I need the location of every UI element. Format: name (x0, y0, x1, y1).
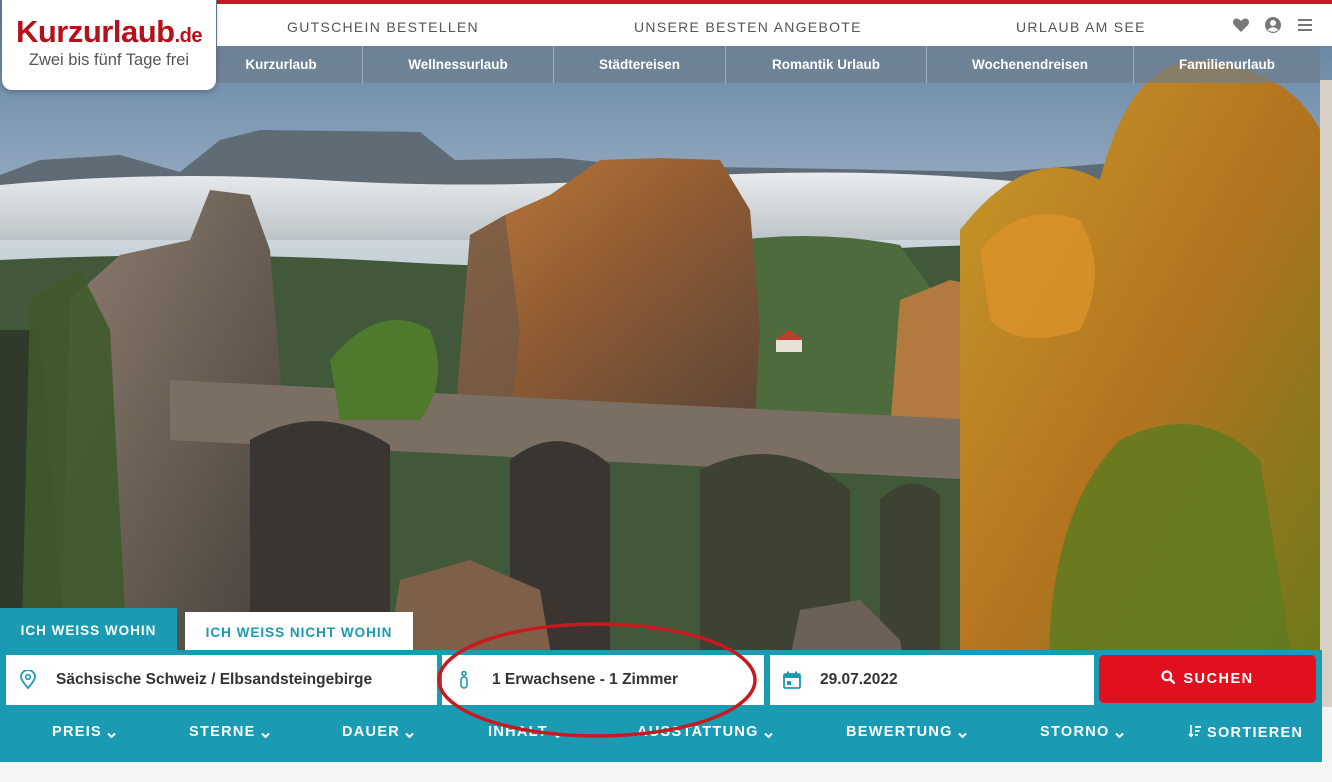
destination-field[interactable]: Sächsische Schweiz / Elbsandsteingebirge (6, 655, 437, 705)
top-icons (1232, 16, 1314, 34)
category-nav: Kurzurlaub Wellnessurlaub Städtereisen R… (200, 46, 1320, 83)
chevron-down-icon (107, 728, 116, 738)
person-icon (454, 670, 474, 690)
filter-ausstattung[interactable]: AUSSTATTUNG (637, 724, 773, 740)
sort-icon (1188, 724, 1202, 742)
nav-link-urlaub-am-see[interactable]: URLAUB AM SEE (1016, 19, 1146, 35)
category-romantik-urlaub[interactable]: Romantik Urlaub (726, 46, 927, 83)
search-button-label: SUCHEN (1183, 671, 1254, 687)
calendar-icon (782, 670, 802, 690)
logo[interactable]: Kurzurlaub.de Zwei bis fünf Tage frei (2, 0, 216, 90)
sort-button[interactable]: SORTIEREN (1188, 724, 1303, 742)
search-icon (1161, 670, 1176, 688)
filter-bar: PREIS STERNE DAUER INHALT AUSSTATTUNG BE… (0, 707, 1322, 762)
category-kurzurlaub[interactable]: Kurzurlaub (200, 46, 363, 83)
location-pin-icon (18, 669, 38, 690)
filter-bewertung[interactable]: BEWERTUNG (846, 724, 967, 740)
chevron-down-icon (405, 728, 414, 738)
destination-value: Sächsische Schweiz / Elbsandsteingebirge (56, 671, 373, 688)
category-familienurlaub[interactable]: Familienurlaub (1134, 46, 1320, 83)
heart-icon[interactable] (1232, 16, 1250, 34)
logo-tagline: Zwei bis fünf Tage frei (28, 51, 190, 69)
filter-sterne[interactable]: STERNE (189, 724, 270, 740)
filter-preis[interactable]: PREIS (52, 724, 116, 740)
filter-inhalt[interactable]: INHALT (488, 724, 562, 740)
filter-storno[interactable]: STORNO (1040, 724, 1124, 740)
date-field[interactable]: 29.07.2022 (770, 655, 1094, 705)
top-nav: GUTSCHEIN BESTELLEN UNSERE BESTEN ANGEBO… (217, 0, 1332, 46)
search-bar: Sächsische Schweiz / Elbsandsteingebirge… (0, 650, 1322, 708)
chevron-down-icon (553, 728, 562, 738)
hero-image (0, 0, 1332, 707)
tab-ich-weiss-wohin[interactable]: ICH WEISS WOHIN (0, 608, 177, 652)
nav-link-gutschein[interactable]: GUTSCHEIN BESTELLEN (287, 19, 479, 35)
chevron-down-icon (260, 728, 270, 738)
chevron-down-icon (958, 728, 967, 738)
search-button[interactable]: SUCHEN (1099, 655, 1316, 703)
tab-ich-weiss-nicht-wohin[interactable]: ICH WEISS NICHT WOHIN (185, 612, 413, 652)
guests-field[interactable]: 1 Erwachsene - 1 Zimmer (442, 655, 764, 705)
chevron-down-icon (1114, 728, 1124, 738)
category-staedtereisen[interactable]: Städtereisen (554, 46, 726, 83)
chevron-down-icon (763, 728, 773, 738)
date-value: 29.07.2022 (820, 671, 898, 688)
guests-value: 1 Erwachsene - 1 Zimmer (492, 671, 679, 688)
logo-brand: Kurzurlaub.de (15, 14, 203, 49)
logo-tld: .de (174, 25, 203, 47)
sort-label: SORTIEREN (1207, 725, 1304, 741)
category-wochenendreisen[interactable]: Wochenendreisen (927, 46, 1134, 83)
page-background-strip (0, 762, 1332, 782)
filter-dauer[interactable]: DAUER (342, 724, 414, 740)
menu-icon[interactable] (1296, 16, 1314, 34)
page: GUTSCHEIN BESTELLEN UNSERE BESTEN ANGEBO… (0, 0, 1332, 782)
user-icon[interactable] (1264, 16, 1282, 34)
nav-link-angebote[interactable]: UNSERE BESTEN ANGEBOTE (634, 19, 862, 35)
category-wellnessurlaub[interactable]: Wellnessurlaub (363, 46, 554, 83)
